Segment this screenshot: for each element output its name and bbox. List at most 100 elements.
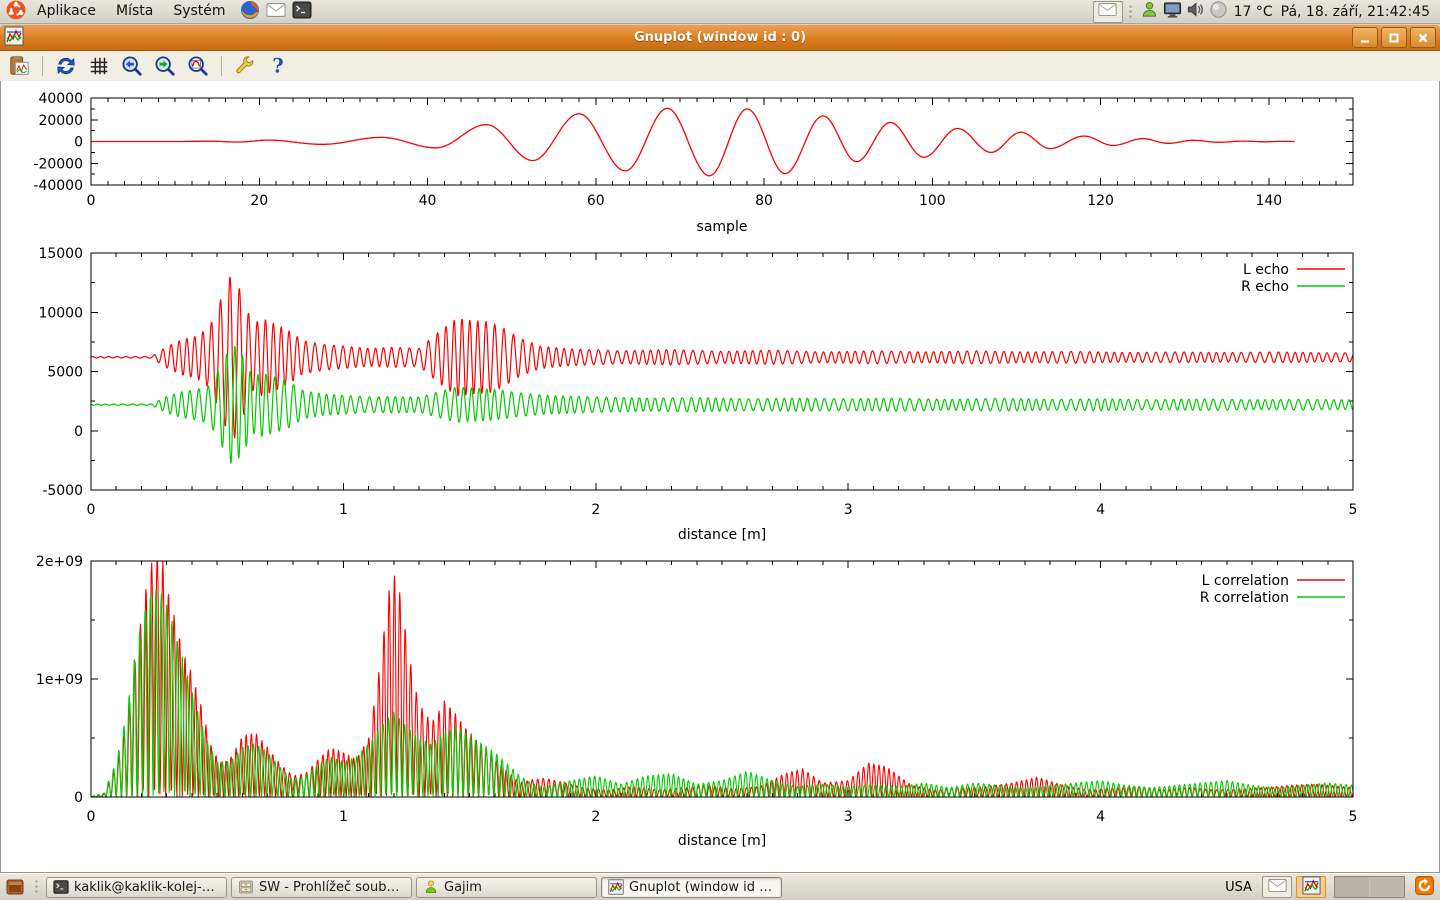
mail-icon[interactable]	[266, 0, 286, 20]
toolbar: ?	[0, 51, 1440, 82]
temperature-indicator[interactable]: 17 °C	[1234, 4, 1273, 20]
svg-text:R echo: R echo	[1241, 279, 1289, 295]
svg-text:L correlation: L correlation	[1202, 573, 1289, 589]
svg-text:?: ?	[272, 55, 283, 77]
taskbar-button-gnuplot[interactable]: Gnuplot (window id : 0)	[601, 877, 782, 898]
taskbar-button-label: SW - Prohlížeč souborů	[259, 880, 405, 895]
taskbar: kaklik@kaklik-kolej-u... SW - Prohlížeč s…	[0, 873, 1440, 900]
file-manager-icon	[238, 879, 254, 895]
top-panel: Aplikace Místa Systém 17 °C Pá, 18. září…	[0, 0, 1440, 24]
svg-text:40000: 40000	[38, 91, 83, 107]
svg-text:2e+09: 2e+09	[36, 554, 83, 570]
zoom-previous-button[interactable]	[118, 53, 146, 79]
gnuplot-icon	[608, 879, 624, 895]
svg-text:1: 1	[339, 502, 348, 518]
unzoom-button[interactable]	[184, 53, 212, 79]
keyboard-layout-indicator[interactable]: USA	[1225, 880, 1252, 895]
help-button[interactable]: ?	[264, 53, 292, 79]
copy-button[interactable]	[5, 53, 33, 79]
taskbar-button-label: Gajim	[444, 880, 482, 895]
notification-area	[1138, 0, 1230, 23]
svg-text:2: 2	[591, 502, 600, 518]
svg-text:120: 120	[1087, 193, 1114, 209]
gnuplot-icon	[4, 26, 24, 46]
svg-text:0: 0	[74, 790, 83, 806]
taskbar-button-label: kaklik@kaklik-kolej-u...	[74, 880, 220, 895]
taskbar-button-file-manager[interactable]: SW - Prohlížeč souborů	[231, 877, 412, 898]
replot-icon	[55, 55, 77, 77]
unzoom-icon	[187, 55, 209, 77]
window-title: Gnuplot (window id : 0)	[0, 30, 1440, 45]
svg-text:4: 4	[1096, 809, 1105, 825]
grid-button[interactable]	[85, 53, 113, 79]
display-icon[interactable]	[1163, 0, 1182, 19]
terminal-icon[interactable]	[292, 0, 312, 20]
svg-text:5000: 5000	[47, 365, 83, 381]
weather-icon[interactable]	[1209, 0, 1228, 19]
panel-grip[interactable]	[1128, 4, 1133, 20]
config-icon	[234, 55, 256, 77]
menu-mista[interactable]: Místa	[107, 2, 162, 21]
firefox-icon[interactable]	[240, 0, 260, 20]
workspace-switcher	[1334, 876, 1405, 898]
mail-icon	[1268, 876, 1287, 895]
taskbar-mail-tray-button[interactable]	[1262, 876, 1292, 898]
svg-text:3: 3	[844, 809, 853, 825]
trash-icon	[1414, 875, 1435, 896]
workspace-2[interactable]	[1369, 877, 1404, 897]
svg-text:-20000: -20000	[33, 156, 83, 172]
zoom-next-button[interactable]	[151, 53, 179, 79]
zoom-next-icon	[154, 55, 176, 77]
volume-icon[interactable]	[1186, 0, 1205, 19]
svg-text:1e+09: 1e+09	[36, 672, 83, 688]
window-controls	[1352, 27, 1436, 48]
svg-text:sample: sample	[697, 219, 748, 235]
applications-menu-icon[interactable]	[6, 0, 26, 24]
minimize-button[interactable]	[1352, 27, 1378, 48]
svg-text:0: 0	[87, 502, 96, 518]
copy-icon	[8, 55, 30, 77]
user-icon[interactable]	[1140, 0, 1159, 19]
maximize-button[interactable]	[1381, 27, 1407, 48]
svg-text:140: 140	[1255, 193, 1282, 209]
taskbar-button-terminal[interactable]: kaklik@kaklik-kolej-u...	[46, 877, 227, 898]
taskbar-grip[interactable]	[34, 879, 39, 895]
taskbar-gnuplot-tray-button[interactable]	[1296, 876, 1326, 898]
trash-button[interactable]	[1414, 875, 1435, 900]
toolbar-separator	[221, 56, 222, 76]
window-icon-slot	[4, 26, 24, 50]
plot-canvas[interactable]: 020406080100120140-40000-200000200004000…	[0, 81, 1440, 873]
svg-text:0: 0	[87, 809, 96, 825]
replot-button[interactable]	[52, 53, 80, 79]
toolbar-separator	[42, 56, 43, 76]
config-button[interactable]	[231, 53, 259, 79]
menu-aplikace[interactable]: Aplikace	[28, 2, 105, 21]
panel-launchers	[237, 0, 315, 24]
svg-text:4: 4	[1096, 502, 1105, 518]
svg-text:1: 1	[339, 809, 348, 825]
svg-text:L echo: L echo	[1243, 262, 1289, 278]
clock[interactable]: Pá, 18. září, 21:42:45	[1281, 4, 1430, 20]
svg-text:10000: 10000	[38, 305, 83, 321]
svg-text:100: 100	[919, 193, 946, 209]
menu-system[interactable]: Systém	[164, 2, 234, 21]
svg-text:5: 5	[1349, 809, 1358, 825]
gajim-icon	[423, 879, 439, 895]
svg-text:80: 80	[755, 193, 773, 209]
show-desktop-button[interactable]	[3, 876, 27, 898]
taskbar-button-gajim[interactable]: Gajim	[416, 877, 597, 898]
terminal-icon	[53, 879, 69, 895]
svg-text:R correlation: R correlation	[1200, 590, 1289, 606]
svg-text:20: 20	[250, 193, 268, 209]
workspace-1[interactable]	[1335, 877, 1369, 897]
titlebar[interactable]: Gnuplot (window id : 0)	[0, 25, 1440, 51]
gnuplot-window: Gnuplot (window id : 0) ? 02040608010012…	[0, 25, 1440, 873]
ubuntu-logo	[6, 0, 26, 20]
svg-text:2: 2	[591, 809, 600, 825]
svg-text:5: 5	[1349, 502, 1358, 518]
zoom-previous-icon	[121, 55, 143, 77]
svg-text:40: 40	[419, 193, 437, 209]
close-button[interactable]	[1410, 27, 1436, 48]
svg-text:-5000: -5000	[42, 483, 83, 499]
mail-notification-button[interactable]	[1093, 1, 1123, 23]
